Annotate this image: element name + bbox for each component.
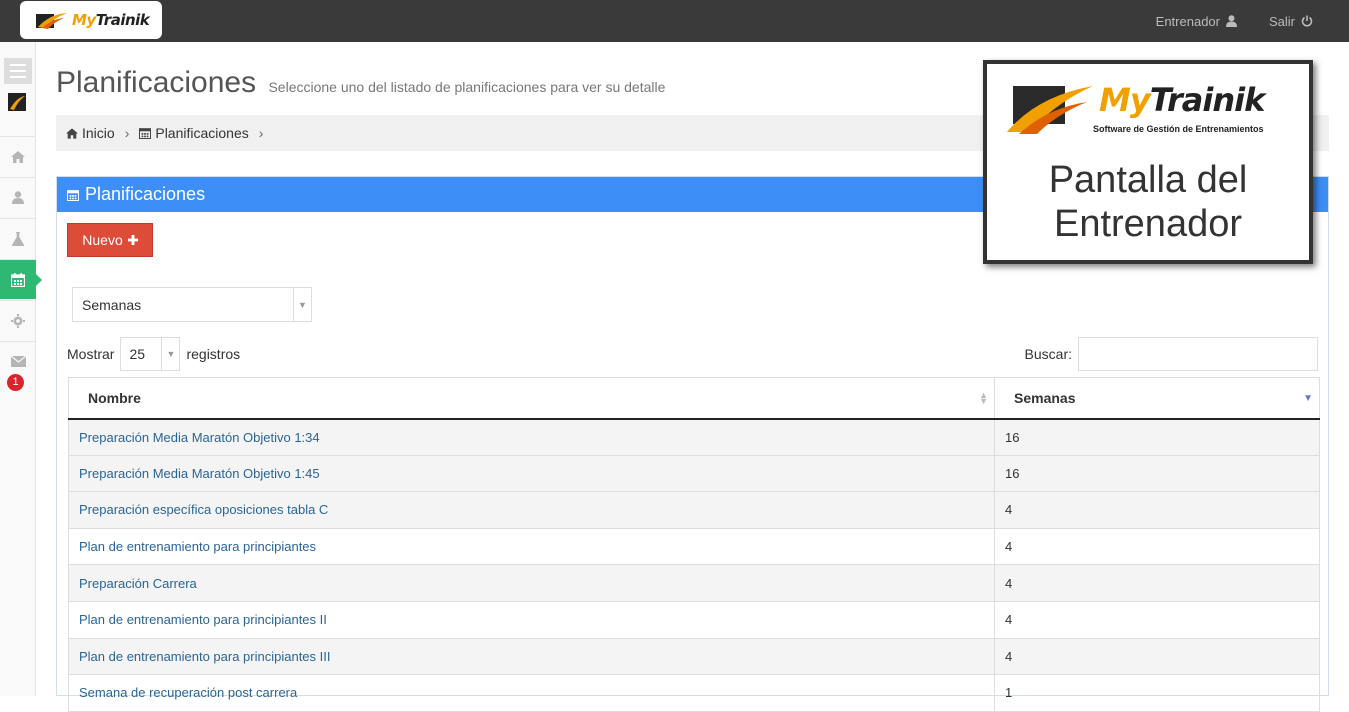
breadcrumb-separator: › (124, 125, 130, 141)
sidebar-item-users[interactable] (0, 177, 36, 217)
cell-name: Plan de entrenamiento para principiantes (68, 527, 995, 566)
envelope-icon (10, 356, 26, 367)
sidebar-item-tests[interactable] (0, 218, 36, 258)
logo-swoosh-icon (1007, 86, 1093, 134)
table-row[interactable]: Plan de entrenamiento para principiantes… (68, 600, 1320, 639)
column-header-nombre[interactable]: Nombre ▲ ▼ (68, 377, 995, 420)
overlay-caption: Pantalla del Entrenador (987, 158, 1309, 246)
logo-swoosh-icon (36, 13, 67, 29)
sidebar: 1 (0, 42, 42, 696)
home-icon (66, 127, 78, 139)
breadcrumb-current[interactable]: Planificaciones (155, 125, 248, 141)
plus-icon (127, 235, 138, 245)
logo-text: MyTrainik (72, 11, 150, 29)
overlay-brand: MyTrainik (1099, 81, 1265, 119)
logout-link[interactable]: Salir (1269, 14, 1313, 29)
cell-weeks: 4 (994, 564, 1320, 602)
search-label: Buscar: (1024, 346, 1072, 362)
cell-weeks: 4 (994, 491, 1320, 529)
top-bar: MyTrainik Entrenador Salir (0, 0, 1349, 42)
cell-weeks: 16 (994, 454, 1320, 493)
calendar-icon (67, 189, 79, 201)
column-header-semanas-label: Semanas (1014, 389, 1076, 406)
sidebar-item-planificaciones[interactable] (0, 259, 42, 299)
app-logo[interactable]: MyTrainik (20, 1, 162, 39)
cell-name: Semana de recuperación post carrera (68, 674, 995, 712)
page-subtitle: Seleccione uno del listado de planificac… (268, 79, 666, 95)
page-length-select[interactable]: 25 ▼ (120, 337, 181, 371)
new-button[interactable]: Nuevo (67, 223, 153, 257)
cell-weeks: 4 (994, 637, 1320, 676)
breadcrumb-home[interactable]: Inicio (82, 125, 115, 141)
sidebar-toggle-button[interactable] (4, 58, 32, 84)
filter-select-value: Semanas (82, 296, 142, 313)
user-menu-label: Entrenador (1155, 13, 1220, 29)
user-menu[interactable]: Entrenador (1156, 14, 1237, 29)
flask-icon (12, 231, 24, 246)
cell-name: Plan de entrenamiento para principiantes… (68, 637, 995, 676)
plan-link[interactable]: Plan de entrenamiento para principiantes… (79, 649, 331, 664)
cell-name: Preparación Media Maratón Objetivo 1:45 (68, 454, 995, 493)
plan-link[interactable]: Preparación Media Maratón Objetivo 1:45 (79, 466, 320, 481)
plan-link[interactable]: Semana de recuperación post carrera (79, 685, 297, 700)
calendar-icon (11, 272, 25, 287)
plan-link[interactable]: Plan de entrenamiento para principiantes… (79, 612, 327, 627)
sidebar-item-home[interactable] (0, 136, 36, 176)
user-icon (1225, 15, 1237, 27)
cell-name: Preparación específica oposiciones tabla… (68, 491, 995, 529)
mini-logo-icon (8, 93, 26, 111)
plan-link[interactable]: Preparación específica oposiciones tabla… (79, 502, 328, 517)
overlay-tagline: Software de Gestión de Entrenamientos (1093, 124, 1264, 134)
cell-name: Plan de entrenamiento para principiantes… (68, 600, 995, 639)
page-length-control: Mostrar 25 ▼ registros (67, 337, 240, 371)
page-length-value: 25 (129, 346, 146, 362)
table-row[interactable]: Preparación Carrera 4 (68, 564, 1320, 602)
power-icon (1301, 15, 1313, 27)
filter-select[interactable]: Semanas ▼ (72, 287, 312, 322)
plan-link[interactable]: Plan de entrenamiento para principiantes (79, 539, 316, 554)
chevron-down-icon: ▼ (161, 338, 179, 370)
sort-both-icon: ▲ ▼ (979, 390, 988, 406)
panel-title: Planificaciones (85, 184, 206, 204)
breadcrumb-separator: › (258, 125, 264, 141)
chevron-down-icon: ▼ (293, 288, 311, 321)
table-row[interactable]: Preparación específica oposiciones tabla… (68, 491, 1320, 529)
messages-badge: 1 (7, 374, 24, 391)
table-row[interactable]: Plan de entrenamiento para principiantes… (68, 637, 1320, 676)
planificaciones-table: Nombre ▲ ▼ Semanas ▼ Preparación Media Ma… (68, 377, 1320, 712)
cell-name: Preparación Media Maratón Objetivo 1:34 (68, 418, 995, 456)
table-header-row: Nombre ▲ ▼ Semanas ▼ (68, 377, 1320, 420)
new-button-label: Nuevo (82, 232, 123, 248)
cell-weeks: 16 (994, 418, 1320, 456)
table-row[interactable]: Plan de entrenamiento para principiantes… (68, 527, 1320, 566)
overlay-line-2: Entrenador (1053, 203, 1242, 245)
logout-label: Salir (1268, 13, 1295, 29)
promo-overlay-card: MyTrainik Software de Gestión de Entrena… (983, 60, 1313, 264)
show-label: Mostrar (67, 346, 115, 362)
home-icon (11, 150, 25, 163)
plan-link[interactable]: Preparación Media Maratón Objetivo 1:34 (79, 430, 320, 445)
gear-icon (11, 313, 25, 328)
column-header-semanas[interactable]: Semanas ▼ (994, 377, 1320, 420)
calendar-icon (139, 128, 152, 139)
records-label: registros (186, 346, 241, 362)
sort-desc-icon: ▼ (1303, 393, 1313, 404)
cell-name: Preparación Carrera (68, 564, 995, 602)
column-header-nombre-label: Nombre (88, 389, 141, 406)
user-icon (12, 191, 24, 204)
table-row[interactable]: Preparación Media Maratón Objetivo 1:45 … (68, 454, 1320, 493)
sidebar-item-settings[interactable] (0, 300, 36, 340)
overlay-line-1: Pantalla del (1048, 159, 1248, 201)
cell-weeks: 4 (994, 527, 1320, 566)
page-title: Planificaciones Seleccione uno del lista… (56, 66, 665, 100)
table-row[interactable]: Preparación Media Maratón Objetivo 1:34 … (68, 418, 1320, 456)
cell-weeks: 4 (994, 600, 1320, 639)
search-control: Buscar: (1025, 337, 1318, 371)
cell-weeks: 1 (994, 674, 1320, 712)
table-row[interactable]: Semana de recuperación post carrera 1 (68, 674, 1320, 712)
plan-link[interactable]: Preparación Carrera (79, 576, 197, 591)
page-title-text: Planificaciones (56, 66, 257, 99)
search-input[interactable] (1078, 337, 1318, 371)
